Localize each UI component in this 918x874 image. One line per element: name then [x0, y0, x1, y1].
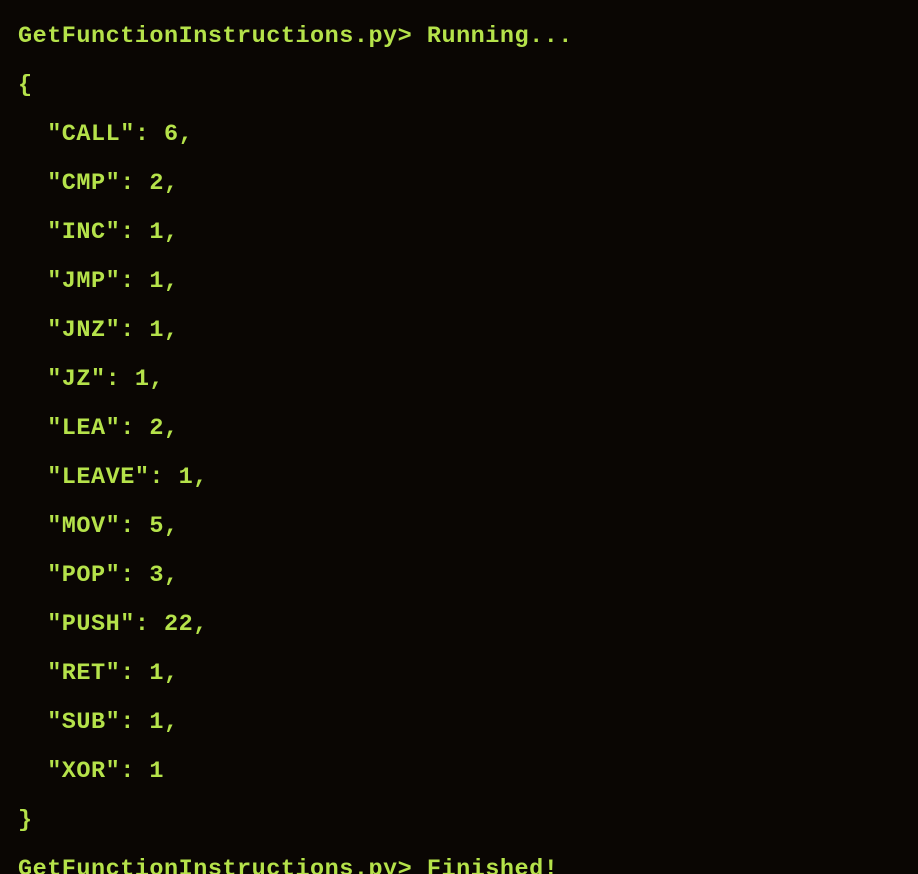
- status-running: Running...: [427, 23, 573, 50]
- json-entry: "MOV": 5,: [18, 502, 900, 551]
- json-entry: "SUB": 1,: [18, 698, 900, 747]
- json-entry: "JNZ": 1,: [18, 306, 900, 355]
- json-entry: "LEAVE": 1,: [18, 453, 900, 502]
- json-entry: "RET": 1,: [18, 649, 900, 698]
- json-entry: "LEA": 2,: [18, 404, 900, 453]
- json-entry: "CMP": 2,: [18, 159, 900, 208]
- json-entry: "CALL": 6,: [18, 110, 900, 159]
- json-entry: "JZ": 1,: [18, 355, 900, 404]
- json-entry: "JMP": 1,: [18, 257, 900, 306]
- json-entry: "INC": 1,: [18, 208, 900, 257]
- json-close-brace: }: [18, 796, 900, 845]
- json-entry: "POP": 3,: [18, 551, 900, 600]
- json-entry: "PUSH": 22,: [18, 600, 900, 649]
- json-entry: "XOR": 1: [18, 747, 900, 796]
- running-line: GetFunctionInstructions.py> Running...: [18, 12, 900, 61]
- json-open-brace: {: [18, 61, 900, 110]
- json-entries: "CALL": 6, "CMP": 2, "INC": 1, "JMP": 1,…: [18, 110, 900, 796]
- terminal-output: GetFunctionInstructions.py> Running...{ …: [0, 0, 918, 874]
- script-prompt: GetFunctionInstructions.py>: [18, 23, 412, 50]
- script-prompt: GetFunctionInstructions.py>: [18, 856, 412, 874]
- status-finished: Finished!: [427, 856, 558, 874]
- finished-line: GetFunctionInstructions.py> Finished!: [18, 845, 900, 874]
